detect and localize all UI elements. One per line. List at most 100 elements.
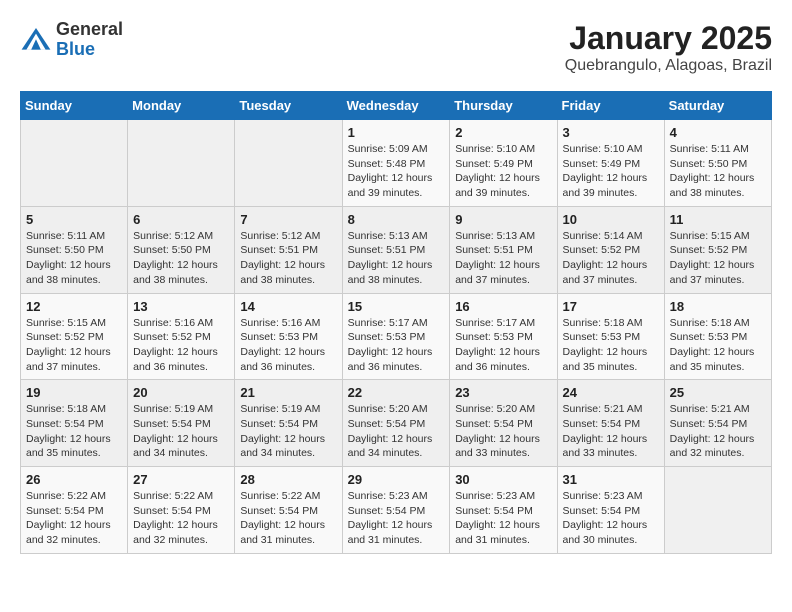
calendar-day-cell: 24 Sunrise: 5:21 AMSunset: 5:54 PMDayligh…: [557, 380, 664, 467]
day-number: 20: [133, 385, 229, 400]
calendar-week-row: 26 Sunrise: 5:22 AMSunset: 5:54 PMDayligh…: [21, 467, 772, 554]
day-info: Sunrise: 5:22 AMSunset: 5:54 PMDaylight:…: [240, 489, 336, 548]
day-number: 8: [348, 212, 445, 227]
day-info: Sunrise: 5:23 AMSunset: 5:54 PMDaylight:…: [563, 489, 659, 548]
page-subtitle: Quebrangulo, Alagoas, Brazil: [565, 57, 772, 75]
logo: General Blue: [20, 20, 123, 60]
day-number: 3: [563, 125, 659, 140]
day-info: Sunrise: 5:14 AMSunset: 5:52 PMDaylight:…: [563, 229, 659, 288]
day-info: Sunrise: 5:22 AMSunset: 5:54 PMDaylight:…: [133, 489, 229, 548]
calendar-day-cell: 16 Sunrise: 5:17 AMSunset: 5:53 PMDayligh…: [450, 293, 557, 380]
logo-general: General: [56, 19, 123, 39]
day-number: 2: [455, 125, 551, 140]
day-info: Sunrise: 5:15 AMSunset: 5:52 PMDaylight:…: [26, 316, 122, 375]
day-info: Sunrise: 5:13 AMSunset: 5:51 PMDaylight:…: [348, 229, 445, 288]
day-info: Sunrise: 5:10 AMSunset: 5:49 PMDaylight:…: [455, 142, 551, 201]
day-number: 1: [348, 125, 445, 140]
calendar-day-cell: 7 Sunrise: 5:12 AMSunset: 5:51 PMDaylight…: [235, 206, 342, 293]
day-number: 6: [133, 212, 229, 227]
day-of-week-header: Friday: [557, 92, 664, 120]
day-number: 23: [455, 385, 551, 400]
day-info: Sunrise: 5:16 AMSunset: 5:52 PMDaylight:…: [133, 316, 229, 375]
day-info: Sunrise: 5:18 AMSunset: 5:54 PMDaylight:…: [26, 402, 122, 461]
calendar-day-cell: 17 Sunrise: 5:18 AMSunset: 5:53 PMDayligh…: [557, 293, 664, 380]
calendar-week-row: 12 Sunrise: 5:15 AMSunset: 5:52 PMDayligh…: [21, 293, 772, 380]
day-number: 10: [563, 212, 659, 227]
day-number: 26: [26, 472, 122, 487]
calendar-day-cell: 19Sunrise: 5:18 AMSunset: 5:54 PMDayligh…: [21, 380, 128, 467]
day-number: 22: [348, 385, 445, 400]
day-info: Sunrise: 5:13 AMSunset: 5:51 PMDaylight:…: [455, 229, 551, 288]
day-number: 14: [240, 299, 336, 314]
day-info: Sunrise: 5:19 AMSunset: 5:54 PMDaylight:…: [240, 402, 336, 461]
calendar-day-cell: 10 Sunrise: 5:14 AMSunset: 5:52 PMDayligh…: [557, 206, 664, 293]
day-number: 4: [670, 125, 766, 140]
day-number: 17: [563, 299, 659, 314]
day-info: Sunrise: 5:10 AMSunset: 5:49 PMDaylight:…: [563, 142, 659, 201]
day-info: Sunrise: 5:12 AMSunset: 5:51 PMDaylight:…: [240, 229, 336, 288]
day-info: Sunrise: 5:12 AMSunset: 5:50 PMDaylight:…: [133, 229, 229, 288]
calendar-day-cell: 23 Sunrise: 5:20 AMSunset: 5:54 PMDayligh…: [450, 380, 557, 467]
day-number: 29: [348, 472, 445, 487]
day-number: 5: [26, 212, 122, 227]
day-number: 30: [455, 472, 551, 487]
day-info: Sunrise: 5:15 AMSunset: 5:52 PMDaylight:…: [670, 229, 766, 288]
day-number: 7: [240, 212, 336, 227]
calendar-day-cell: [128, 120, 235, 207]
day-number: 31: [563, 472, 659, 487]
calendar-day-cell: 9 Sunrise: 5:13 AMSunset: 5:51 PMDaylight…: [450, 206, 557, 293]
day-info: Sunrise: 5:11 AMSunset: 5:50 PMDaylight:…: [670, 142, 766, 201]
day-number: 12: [26, 299, 122, 314]
days-of-week-row: SundayMondayTuesdayWednesdayThursdayFrid…: [21, 92, 772, 120]
calendar-header: SundayMondayTuesdayWednesdayThursdayFrid…: [21, 92, 772, 120]
calendar-week-row: 19Sunrise: 5:18 AMSunset: 5:54 PMDayligh…: [21, 380, 772, 467]
calendar-day-cell: 5 Sunrise: 5:11 AMSunset: 5:50 PMDaylight…: [21, 206, 128, 293]
logo-blue: Blue: [56, 39, 95, 59]
calendar-day-cell: 13 Sunrise: 5:16 AMSunset: 5:52 PMDayligh…: [128, 293, 235, 380]
day-info: Sunrise: 5:23 AMSunset: 5:54 PMDaylight:…: [348, 489, 445, 548]
day-info: Sunrise: 5:18 AMSunset: 5:53 PMDaylight:…: [670, 316, 766, 375]
day-number: 27: [133, 472, 229, 487]
calendar-day-cell: 22Sunrise: 5:20 AMSunset: 5:54 PMDayligh…: [342, 380, 450, 467]
calendar-week-row: 1 Sunrise: 5:09 AMSunset: 5:48 PMDaylight…: [21, 120, 772, 207]
day-info: Sunrise: 5:20 AMSunset: 5:54 PMDaylight:…: [455, 402, 551, 461]
day-number: 15: [348, 299, 445, 314]
day-number: 24: [563, 385, 659, 400]
calendar-day-cell: 8 Sunrise: 5:13 AMSunset: 5:51 PMDaylight…: [342, 206, 450, 293]
day-info: Sunrise: 5:16 AMSunset: 5:53 PMDaylight:…: [240, 316, 336, 375]
calendar-week-row: 5 Sunrise: 5:11 AMSunset: 5:50 PMDaylight…: [21, 206, 772, 293]
calendar-day-cell: 26Sunrise: 5:22 AMSunset: 5:54 PMDayligh…: [21, 467, 128, 554]
calendar-day-cell: 31 Sunrise: 5:23 AMSunset: 5:54 PMDayligh…: [557, 467, 664, 554]
day-number: 16: [455, 299, 551, 314]
day-info: Sunrise: 5:18 AMSunset: 5:53 PMDaylight:…: [563, 316, 659, 375]
calendar-day-cell: 20 Sunrise: 5:19 AMSunset: 5:54 PMDayligh…: [128, 380, 235, 467]
calendar-day-cell: 11Sunrise: 5:15 AMSunset: 5:52 PMDayligh…: [664, 206, 771, 293]
page-header: General Blue January 2025 Quebrangulo, A…: [20, 20, 772, 75]
calendar-day-cell: 6 Sunrise: 5:12 AMSunset: 5:50 PMDaylight…: [128, 206, 235, 293]
day-info: Sunrise: 5:09 AMSunset: 5:48 PMDaylight:…: [348, 142, 445, 201]
day-info: Sunrise: 5:23 AMSunset: 5:54 PMDaylight:…: [455, 489, 551, 548]
day-number: 21: [240, 385, 336, 400]
calendar-day-cell: 3 Sunrise: 5:10 AMSunset: 5:49 PMDaylight…: [557, 120, 664, 207]
page-title: January 2025: [565, 20, 772, 57]
day-number: 18: [670, 299, 766, 314]
calendar-day-cell: 27 Sunrise: 5:22 AMSunset: 5:54 PMDayligh…: [128, 467, 235, 554]
day-of-week-header: Wednesday: [342, 92, 450, 120]
calendar-day-cell: 1 Sunrise: 5:09 AMSunset: 5:48 PMDaylight…: [342, 120, 450, 207]
day-number: 13: [133, 299, 229, 314]
calendar-day-cell: 12 Sunrise: 5:15 AMSunset: 5:52 PMDayligh…: [21, 293, 128, 380]
day-info: Sunrise: 5:19 AMSunset: 5:54 PMDaylight:…: [133, 402, 229, 461]
day-info: Sunrise: 5:21 AMSunset: 5:54 PMDaylight:…: [563, 402, 659, 461]
day-number: 25: [670, 385, 766, 400]
day-info: Sunrise: 5:21 AMSunset: 5:54 PMDaylight:…: [670, 402, 766, 461]
calendar-day-cell: 14 Sunrise: 5:16 AMSunset: 5:53 PMDayligh…: [235, 293, 342, 380]
day-number: 28: [240, 472, 336, 487]
day-info: Sunrise: 5:17 AMSunset: 5:53 PMDaylight:…: [455, 316, 551, 375]
calendar-table: SundayMondayTuesdayWednesdayThursdayFrid…: [20, 91, 772, 554]
calendar-day-cell: 15Sunrise: 5:17 AMSunset: 5:53 PMDayligh…: [342, 293, 450, 380]
day-number: 9: [455, 212, 551, 227]
calendar-day-cell: [235, 120, 342, 207]
calendar-day-cell: 25 Sunrise: 5:21 AMSunset: 5:54 PMDayligh…: [664, 380, 771, 467]
calendar-day-cell: 2 Sunrise: 5:10 AMSunset: 5:49 PMDaylight…: [450, 120, 557, 207]
day-info: Sunrise: 5:11 AMSunset: 5:50 PMDaylight:…: [26, 229, 122, 288]
